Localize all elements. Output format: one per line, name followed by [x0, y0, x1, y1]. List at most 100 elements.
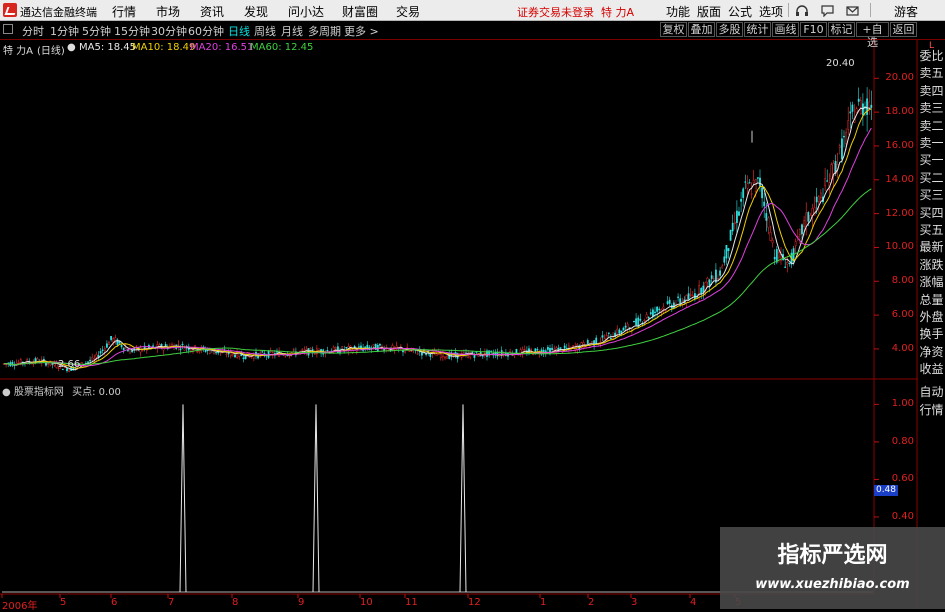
multi-stock-button[interactable]: 多股	[716, 22, 743, 37]
candles-group	[3, 87, 873, 373]
candle-body	[591, 341, 593, 343]
candle-body	[712, 278, 715, 280]
date-tick-label: 6	[111, 597, 118, 608]
candle-body	[794, 241, 797, 246]
candle-body	[870, 104, 873, 108]
adjust-button[interactable]: 复权	[660, 22, 687, 37]
period-tab-daily[interactable]: 日线	[228, 23, 250, 39]
period-tab-more[interactable]: 更多 >	[344, 23, 379, 39]
legend-dot-icon[interactable]: ●	[67, 42, 76, 53]
side-panel-lower-item[interactable]: 行情	[918, 402, 945, 419]
ma5-label: MA5: 18.45	[79, 42, 137, 53]
candle-body	[862, 103, 864, 116]
indicator-toggle-icon[interactable]: ●	[2, 387, 11, 398]
side-panel-item[interactable]: 买三	[918, 187, 945, 205]
candle-body	[801, 224, 803, 235]
side-panel-item[interactable]: 换手	[918, 326, 945, 344]
candle-body	[855, 108, 858, 113]
menu-function[interactable]: 功能	[666, 3, 690, 20]
side-panel-item[interactable]: 最新	[918, 239, 945, 257]
back-button[interactable]: 返回	[890, 22, 917, 37]
f10-button[interactable]: F10	[800, 22, 827, 37]
period-tab-1min[interactable]: 1分钟	[50, 23, 79, 39]
side-panel-item[interactable]: 卖二	[918, 117, 945, 135]
period-tab-multi[interactable]: 多周期	[308, 23, 341, 39]
candle-body	[91, 357, 94, 361]
side-panel-item[interactable]: 卖五	[918, 65, 945, 83]
candle-body	[847, 120, 850, 130]
side-panel-item[interactable]: 买四	[918, 204, 945, 222]
period-tab-weekly[interactable]: 周线	[254, 23, 276, 39]
period-tab-monthly[interactable]: 月线	[281, 23, 303, 39]
chart-canvas[interactable]	[0, 0, 945, 609]
candle-body	[633, 321, 635, 323]
period-tab-60min[interactable]: 60分钟	[188, 23, 224, 39]
menu-item-wealth[interactable]: 财富圈	[342, 3, 378, 20]
headset-icon[interactable]	[795, 4, 809, 17]
candle-body	[738, 211, 740, 216]
side-panel-item[interactable]: 涨幅	[918, 274, 945, 292]
mail-icon[interactable]	[846, 4, 859, 17]
candle-body	[553, 348, 556, 351]
menu-formula[interactable]: 公式	[728, 3, 752, 20]
side-panel-item[interactable]: 委比	[918, 48, 945, 65]
candle-body	[626, 323, 629, 330]
mark-button[interactable]: 标记	[828, 22, 855, 37]
date-tick-label: 2006年	[2, 601, 38, 612]
side-panel-item[interactable]: 总量	[918, 291, 945, 309]
candle-body	[736, 210, 738, 223]
candle-body	[717, 278, 719, 280]
candle-body	[618, 329, 621, 334]
candle-body	[337, 346, 339, 354]
draw-button[interactable]: 画线	[772, 22, 799, 37]
login-warning[interactable]: 证券交易未登录 特 力A	[517, 4, 634, 20]
buy-signal-spike	[459, 404, 467, 593]
menu-item-trade[interactable]: 交易	[396, 3, 420, 20]
chat-icon[interactable]	[821, 4, 834, 17]
menu-options[interactable]: 选项	[759, 3, 783, 20]
collapse-icon[interactable]	[3, 24, 13, 34]
side-panel-item[interactable]: 买五	[918, 222, 945, 239]
overlay-button[interactable]: 叠加	[688, 22, 715, 37]
period-tab-30min[interactable]: 30分钟	[151, 23, 187, 39]
menu-item-market[interactable]: 市场	[156, 3, 180, 20]
candle-body	[771, 239, 774, 244]
candle-body	[826, 180, 829, 182]
side-panel-item[interactable]: 卖三	[918, 100, 945, 118]
menu-item-news[interactable]: 资讯	[200, 3, 224, 20]
side-panel-item[interactable]: 买一	[918, 152, 945, 170]
menu-layout[interactable]: 版面	[697, 3, 721, 20]
menu-item-discover[interactable]: 发现	[244, 3, 268, 20]
menu-item-ask[interactable]: 问小达	[288, 3, 324, 20]
candle-body	[803, 220, 806, 228]
candle-body	[171, 344, 173, 346]
candle-body	[820, 192, 822, 199]
candle-body	[334, 347, 337, 350]
menu-item-quotes[interactable]: 行情	[112, 3, 136, 20]
guest-user-label[interactable]: 游客	[894, 3, 918, 20]
add-favorite-button[interactable]: +自选	[856, 22, 889, 49]
candle-body	[301, 349, 304, 351]
side-panel-item[interactable]: 卖四	[918, 82, 945, 100]
ma10-line	[3, 108, 872, 369]
candle-body	[843, 135, 845, 138]
date-tick-label: 11	[405, 597, 418, 608]
side-panel-item[interactable]: 收益	[918, 361, 945, 379]
date-tick-label: 7	[168, 597, 175, 608]
side-panel-item[interactable]: 净资	[918, 343, 945, 361]
candle-body	[215, 352, 217, 354]
side-panel-item[interactable]: 买二	[918, 169, 945, 187]
period-tab-15min[interactable]: 15分钟	[114, 23, 150, 39]
date-tick-label: 1	[540, 597, 547, 608]
stats-button[interactable]: 统计	[744, 22, 771, 37]
side-panel-lower-item[interactable]: 自动	[918, 384, 945, 401]
period-tab-5min[interactable]: 5分钟	[82, 23, 111, 39]
candle-body	[473, 354, 476, 358]
side-panel-item[interactable]: 卖一	[918, 135, 945, 152]
side-panel-item[interactable]: 外盘	[918, 309, 945, 326]
candle-body	[563, 345, 566, 349]
candle-body	[345, 347, 348, 349]
candle-body	[196, 351, 199, 353]
period-tab-timeshare[interactable]: 分时	[22, 23, 44, 39]
side-panel-item[interactable]: 涨跌	[918, 256, 945, 274]
